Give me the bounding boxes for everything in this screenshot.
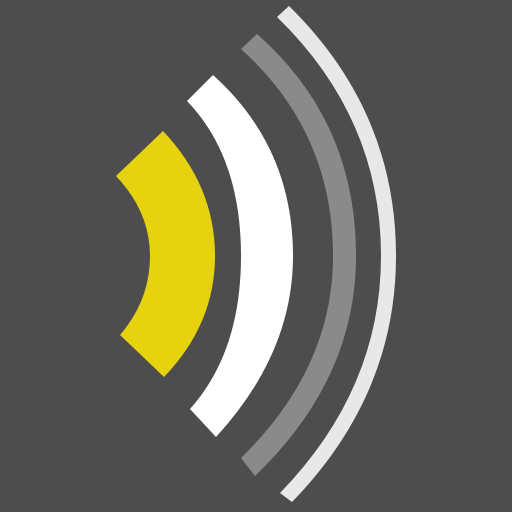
- signal-waves-icon: [0, 0, 512, 512]
- app-icon: [0, 0, 512, 512]
